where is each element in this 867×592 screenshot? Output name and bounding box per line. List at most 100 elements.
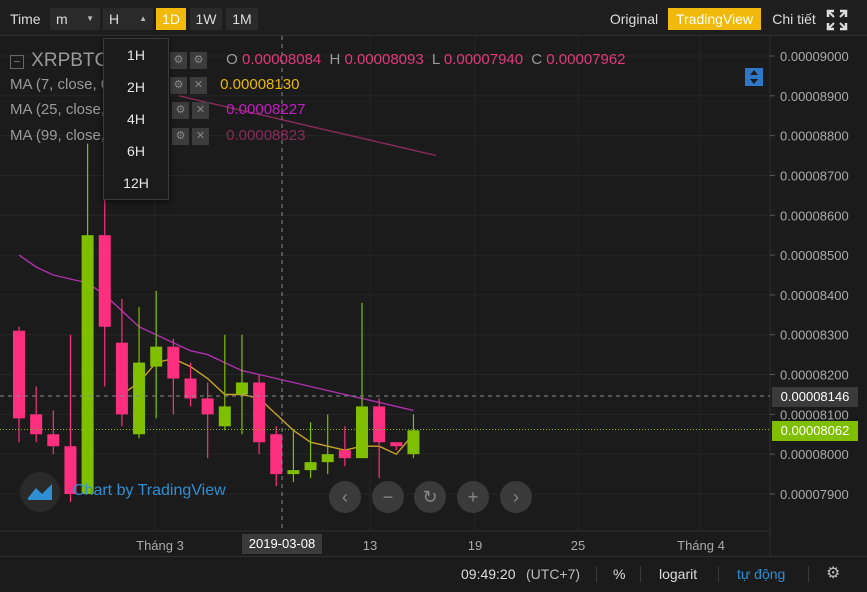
- settings-icon[interactable]: ⚙: [170, 51, 187, 69]
- zoom-out-button[interactable]: −: [372, 481, 404, 513]
- crosshair-price-tag: 0.00008146: [772, 387, 858, 407]
- fullscreen-icon[interactable]: [826, 9, 848, 31]
- price-axis-label: 0.00007900: [780, 487, 849, 502]
- legend-ohlc-row: ⚙ ⚙ O 0.00008084 H 0.00008093 L 0.0000794…: [170, 51, 626, 69]
- candle-body: [30, 414, 43, 435]
- price-axis-label: 0.00009000: [780, 49, 849, 64]
- crosshair-date-tag: 2019-03-08: [242, 534, 322, 554]
- close-icon[interactable]: ✕: [192, 127, 209, 145]
- symbol-name: XRPBTC: [31, 50, 109, 71]
- price-axis-label: 0.00008600: [780, 208, 849, 223]
- timezone-label[interactable]: (UTC+7): [526, 563, 580, 585]
- resolution-option-4h[interactable]: 4H: [104, 103, 168, 135]
- price-axis-label: 0.00008000: [780, 447, 849, 462]
- price-axis-label: 0.00008300: [780, 328, 849, 343]
- price-axis-label: 0.00008800: [780, 129, 849, 144]
- candle-body: [133, 362, 146, 435]
- candle-body: [167, 346, 180, 379]
- close-icon[interactable]: ✕: [192, 101, 209, 119]
- candle-body: [47, 434, 60, 447]
- candle-body: [270, 434, 283, 475]
- resolution-option-6h[interactable]: 6H: [104, 135, 168, 167]
- chevron-left-icon: ‹: [342, 487, 348, 507]
- minute-interval-dropdown[interactable]: m ▼: [50, 8, 100, 30]
- price-axis-label: 0.00008400: [780, 288, 849, 303]
- settings-icon[interactable]: ⚙: [172, 127, 189, 145]
- hour-dropdown-label: H: [109, 11, 120, 27]
- settings-icon[interactable]: ⚙: [170, 76, 187, 94]
- high-label: H: [329, 51, 341, 68]
- minute-dropdown-label: m: [56, 11, 68, 27]
- watermark-text: Chart by TradingView: [73, 482, 226, 499]
- candle-body: [390, 442, 403, 447]
- clock-time: 09:49:20: [461, 566, 516, 582]
- candle-body: [13, 330, 25, 419]
- candle-body: [81, 235, 94, 494]
- candle-body: [321, 454, 334, 463]
- caret-up-icon: ▲: [139, 14, 147, 23]
- close-icon[interactable]: ✕: [190, 76, 207, 94]
- scroll-right-button[interactable]: ›: [500, 481, 532, 513]
- chart-toolbar: Time m ▼ H ▲ 1D 1W 1M Original TradingVi…: [0, 0, 867, 36]
- price-axis-label: 0.00008900: [780, 89, 849, 104]
- candle: [253, 374, 266, 455]
- zoom-in-button[interactable]: +: [457, 481, 489, 513]
- price-axis-label: 0.00008500: [780, 248, 849, 263]
- minus-icon: −: [382, 487, 394, 507]
- candle-body: [235, 382, 248, 395]
- ma7-value: 0.00008130: [220, 76, 300, 93]
- percent-scale-button[interactable]: %: [613, 563, 625, 585]
- separator: [596, 566, 597, 582]
- candle-body: [218, 406, 231, 427]
- chart-bottom-bar: 09:49:20 (UTC+7) % logarit tự động ⚙: [0, 556, 867, 592]
- time-axis-label: Tháng 4: [677, 538, 725, 553]
- tradingview-view-button[interactable]: TradingView: [668, 8, 761, 30]
- candle-body: [184, 378, 197, 399]
- auto-scale-button[interactable]: tự động: [737, 563, 785, 585]
- interval-1w-button[interactable]: 1W: [190, 8, 222, 30]
- time-axis-label: 19: [468, 538, 482, 553]
- gear-icon[interactable]: ⚙: [190, 51, 207, 69]
- ma7-name: MA (7, close, 0): [10, 76, 115, 93]
- legend-symbol-row: − XRPBTC: [10, 50, 108, 72]
- candle-body: [287, 470, 300, 475]
- time-axis-label: Tháng 3: [136, 538, 184, 553]
- original-view-button[interactable]: Original: [603, 8, 665, 30]
- hour-interval-dropdown[interactable]: H ▲: [103, 8, 153, 30]
- legend-ma7-row: MA (7, close, 0): [10, 76, 114, 93]
- resolution-option-12h[interactable]: 12H: [104, 167, 168, 199]
- candle-body: [253, 382, 266, 443]
- candle-body: [373, 406, 386, 443]
- interval-1m-button[interactable]: 1M: [226, 8, 258, 30]
- candle-body: [150, 346, 163, 367]
- candle-body: [356, 406, 368, 459]
- price-axis-label: 0.00008700: [780, 168, 849, 183]
- interval-1d-button[interactable]: 1D: [156, 8, 186, 30]
- resolution-option-2h[interactable]: 2H: [104, 71, 168, 103]
- caret-down-icon: ▼: [86, 14, 94, 23]
- ma25-value: 0.00008227: [226, 101, 306, 118]
- candle-body: [201, 398, 214, 415]
- log-scale-button[interactable]: logarit: [659, 563, 697, 585]
- settings-icon[interactable]: ⚙: [172, 101, 189, 119]
- tradingview-logo-icon: [20, 472, 60, 512]
- high-value: 0.00008093: [344, 51, 424, 68]
- chart-settings-icon[interactable]: ⚙: [826, 563, 840, 585]
- resolution-option-1h[interactable]: 1H: [104, 39, 168, 71]
- candle-body: [98, 235, 111, 327]
- reset-chart-button[interactable]: ↻: [414, 481, 446, 513]
- low-label: L: [431, 51, 440, 68]
- legend-ma7-value-row: ⚙ ✕ 0.00008130: [170, 76, 299, 94]
- depth-view-button[interactable]: Chi tiết: [764, 8, 824, 30]
- open-value: 0.00008084: [242, 51, 322, 68]
- refresh-icon: ↻: [422, 487, 438, 507]
- last-price-tag: 0.00008062: [772, 421, 858, 441]
- time-axis-label: 13: [363, 538, 377, 553]
- candle-body: [304, 462, 317, 471]
- separator: [808, 566, 809, 582]
- scale-toggle-icon[interactable]: [745, 68, 763, 86]
- scroll-left-button[interactable]: ‹: [329, 481, 361, 513]
- separator: [640, 566, 641, 582]
- trading-chart-app: Time m ▼ H ▲ 1D 1W 1M Original TradingVi…: [0, 0, 867, 592]
- collapse-icon[interactable]: −: [10, 55, 24, 70]
